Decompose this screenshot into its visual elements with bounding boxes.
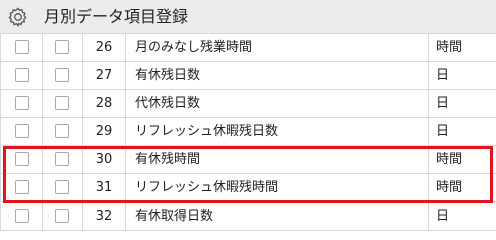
row-checkbox[interactable] bbox=[15, 40, 29, 54]
table-row[interactable]: 30 有休残時間 時間 bbox=[0, 146, 496, 174]
row-checkbox[interactable] bbox=[55, 180, 69, 194]
select-cell bbox=[0, 174, 43, 201]
row-checkbox[interactable] bbox=[55, 68, 69, 82]
row-checkbox[interactable] bbox=[15, 180, 29, 194]
table-row[interactable]: 26 月のみなし残業時間 時間 bbox=[0, 34, 496, 62]
table-row[interactable]: 27 有休残日数 日 bbox=[0, 62, 496, 90]
item-unit: 時間 bbox=[436, 152, 463, 167]
row-checkbox[interactable] bbox=[55, 152, 69, 166]
item-name: 有休取得日数 bbox=[126, 203, 429, 230]
item-name: 有休残時間 bbox=[126, 146, 429, 173]
select-cell bbox=[43, 34, 83, 61]
select-cell bbox=[0, 34, 43, 61]
item-name: 有休残日数 bbox=[126, 62, 429, 89]
select-cell bbox=[0, 90, 43, 117]
table-row[interactable]: 29 リフレッシュ休暇残日数 日 bbox=[0, 118, 496, 146]
header-bar: 月別データ項目登録 bbox=[0, 0, 496, 34]
item-unit: 時間 bbox=[436, 40, 463, 55]
item-unit: 日 bbox=[436, 124, 450, 139]
item-number: 29 bbox=[83, 118, 126, 145]
item-unit: 日 bbox=[436, 96, 450, 111]
gear-icon[interactable] bbox=[7, 6, 29, 28]
page-title: 月別データ項目登録 bbox=[44, 7, 189, 26]
row-checkbox[interactable] bbox=[15, 96, 29, 110]
row-checkbox[interactable] bbox=[55, 124, 69, 138]
select-cell bbox=[43, 174, 83, 201]
select-cell bbox=[0, 118, 43, 145]
item-number: 27 bbox=[83, 62, 126, 89]
item-name: リフレッシュ休暇残日数 bbox=[126, 118, 429, 145]
item-number: 28 bbox=[83, 90, 126, 117]
item-unit: 日 bbox=[436, 209, 450, 224]
item-unit: 日 bbox=[436, 68, 450, 83]
table-row[interactable]: 31 リフレッシュ休暇残時間 時間 bbox=[0, 174, 496, 202]
item-number: 32 bbox=[83, 203, 126, 230]
item-name: リフレッシュ休暇残時間 bbox=[126, 174, 429, 201]
table-row[interactable]: 28 代休残日数 日 bbox=[0, 90, 496, 118]
monthly-data-items-screen: 月別データ項目登録 26 月のみなし残業時間 時間 27 有休残日数 日 28 … bbox=[0, 0, 496, 232]
select-cell bbox=[43, 62, 83, 89]
row-checkbox[interactable] bbox=[55, 209, 69, 223]
row-checkbox[interactable] bbox=[15, 209, 29, 223]
row-checkbox[interactable] bbox=[15, 68, 29, 82]
table-row[interactable]: 32 有休取得日数 日 bbox=[0, 203, 496, 231]
select-cell bbox=[43, 90, 83, 117]
item-number: 31 bbox=[83, 174, 126, 201]
item-name: 月のみなし残業時間 bbox=[126, 34, 429, 61]
row-checkbox[interactable] bbox=[15, 124, 29, 138]
select-cell bbox=[0, 62, 43, 89]
select-cell bbox=[0, 146, 43, 173]
select-cell bbox=[43, 203, 83, 230]
item-number: 26 bbox=[83, 34, 126, 61]
select-cell bbox=[43, 146, 83, 173]
select-cell bbox=[43, 118, 83, 145]
item-unit: 時間 bbox=[436, 180, 463, 195]
row-checkbox[interactable] bbox=[15, 152, 29, 166]
row-checkbox[interactable] bbox=[55, 40, 69, 54]
item-number: 30 bbox=[83, 146, 126, 173]
row-checkbox[interactable] bbox=[55, 96, 69, 110]
item-name: 代休残日数 bbox=[126, 90, 429, 117]
select-cell bbox=[0, 203, 43, 230]
